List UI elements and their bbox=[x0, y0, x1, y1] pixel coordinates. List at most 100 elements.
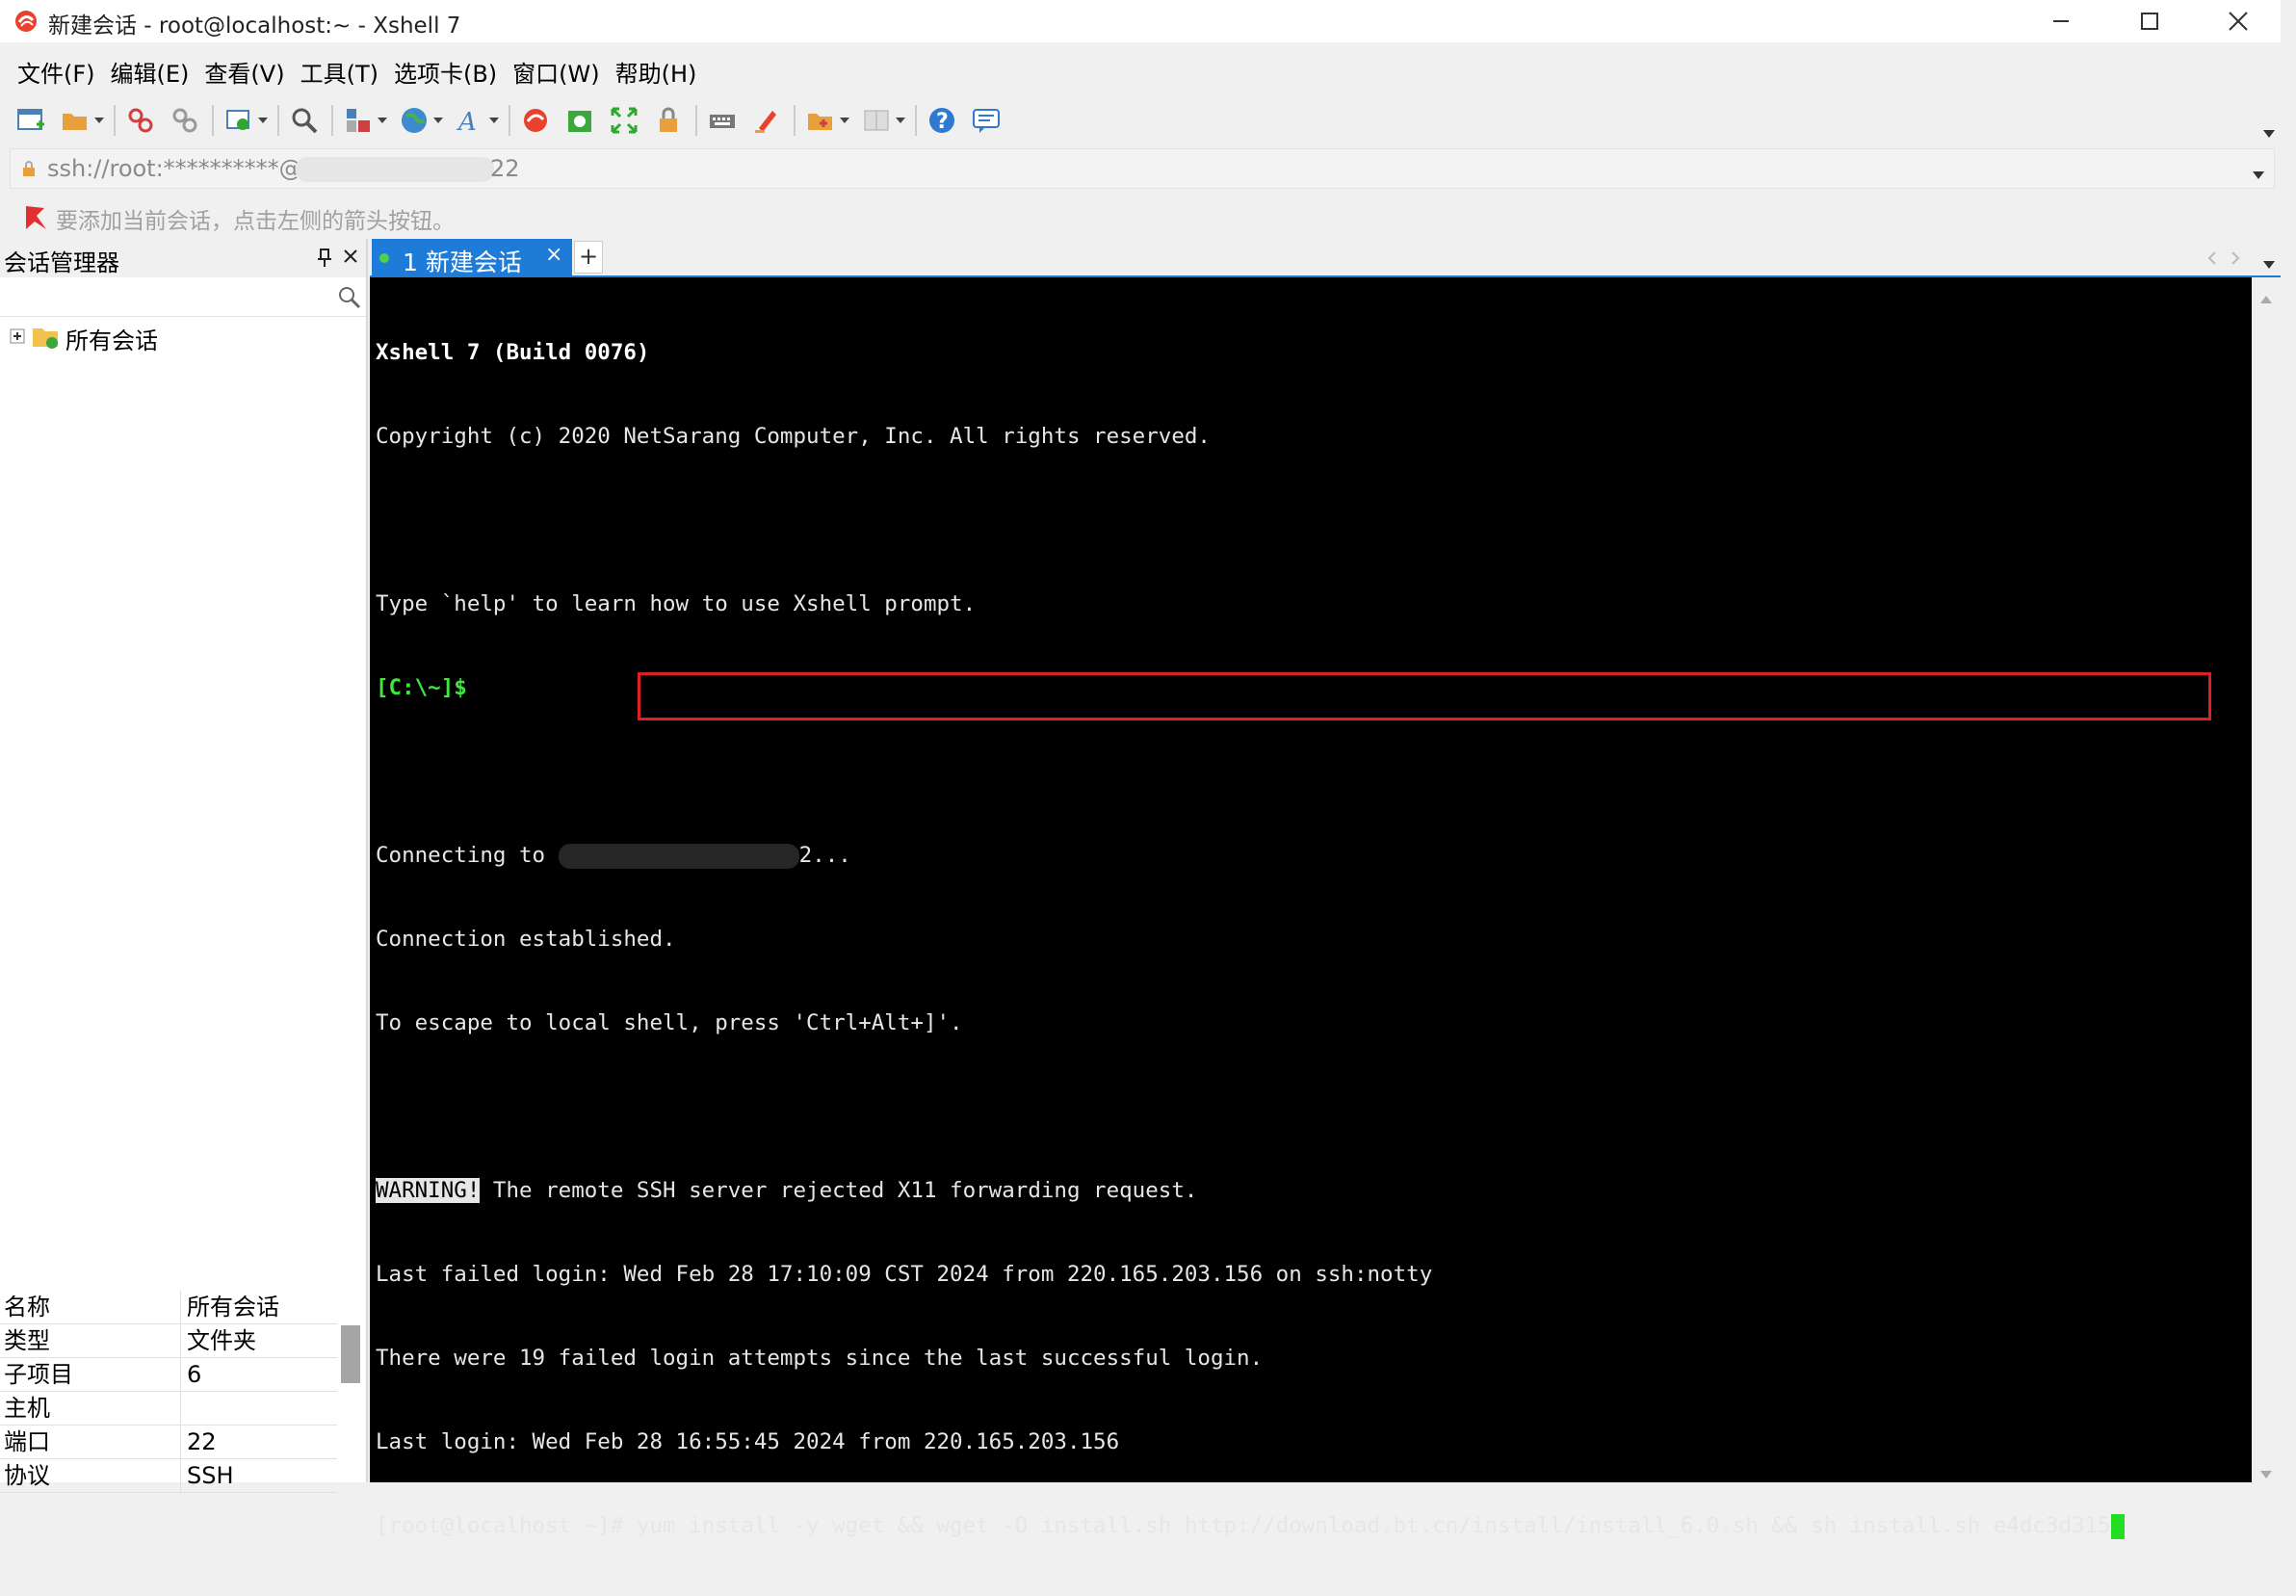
svg-text:?: ? bbox=[936, 110, 949, 134]
new-tab-icon[interactable] bbox=[803, 103, 838, 138]
scroll-down-icon[interactable] bbox=[2260, 1464, 2272, 1482]
chat-icon[interactable] bbox=[969, 103, 1004, 138]
terminal-output: Xshell 7 (Build 0076) Copyright (c) 2020… bbox=[376, 283, 2125, 1596]
chevron-down-icon[interactable] bbox=[258, 103, 268, 138]
lock-icon[interactable] bbox=[651, 103, 686, 138]
terminal-scrollbar[interactable] bbox=[2252, 277, 2281, 1482]
disconnect-icon[interactable] bbox=[168, 103, 202, 138]
toolbar-divider bbox=[331, 105, 333, 136]
session-manager-panel: 会话管理器 所有会话 名称 所有会话 类型 文件夹 子项目 6 主机 端口 22… bbox=[0, 239, 368, 1493]
close-icon[interactable] bbox=[343, 249, 358, 268]
terminal-line: Connection established. bbox=[376, 927, 676, 952]
globe-icon[interactable] bbox=[397, 103, 431, 138]
xshell-icon[interactable] bbox=[518, 103, 553, 138]
minimize-button[interactable] bbox=[2017, 0, 2105, 42]
find-icon[interactable] bbox=[287, 103, 322, 138]
property-row: 主机 bbox=[0, 1392, 337, 1426]
terminal-line: Xshell 7 (Build 0076) bbox=[376, 340, 650, 365]
fullscreen-icon[interactable] bbox=[607, 103, 641, 138]
property-row: 类型 文件夹 bbox=[0, 1324, 337, 1358]
menu-edit[interactable]: 编辑(E) bbox=[103, 55, 197, 89]
warning-text: The remote SSH server rejected X11 forwa… bbox=[480, 1178, 1198, 1203]
chevron-down-icon[interactable] bbox=[433, 103, 443, 138]
terminal-line: Connecting to 2... bbox=[376, 842, 2125, 870]
tree-item-all-sessions[interactable]: 所有会话 bbox=[10, 322, 158, 354]
keyboard-icon[interactable] bbox=[705, 103, 740, 138]
tab-bar: 1 新建会话 × + bbox=[370, 239, 2296, 277]
properties-icon[interactable] bbox=[222, 103, 256, 138]
menu-bar: 文件(F) 编辑(E) 查看(V) 工具(T) 选项卡(B) 窗口(W) 帮助(… bbox=[0, 54, 704, 89]
split-view-icon[interactable] bbox=[859, 103, 894, 138]
highlight-icon[interactable] bbox=[749, 103, 784, 138]
toolbar-divider bbox=[114, 105, 116, 136]
property-row: 端口 22 bbox=[0, 1426, 337, 1459]
chevron-down-icon[interactable] bbox=[94, 103, 104, 138]
chevron-down-icon[interactable] bbox=[2253, 165, 2264, 183]
menu-tools[interactable]: 工具(T) bbox=[293, 55, 386, 89]
terminal-line: WARNING! The remote SSH server rejected … bbox=[376, 1177, 2125, 1205]
properties-scrollbar[interactable] bbox=[341, 1325, 360, 1383]
menu-view[interactable]: 查看(V) bbox=[196, 55, 292, 89]
svg-text:A: A bbox=[457, 108, 477, 136]
tab-close-button[interactable]: × bbox=[545, 243, 562, 267]
chevron-down-icon[interactable] bbox=[896, 103, 905, 138]
session-search-input[interactable] bbox=[0, 277, 366, 317]
connect-icon[interactable] bbox=[123, 103, 158, 138]
redacted-host bbox=[296, 157, 494, 182]
terminal-pane[interactable]: Xshell 7 (Build 0076) Copyright (c) 2020… bbox=[370, 277, 2252, 1539]
terminal-line: To escape to local shell, press 'Ctrl+Al… bbox=[376, 1010, 963, 1035]
pin-icon[interactable] bbox=[316, 249, 333, 272]
connecting-text: Connecting to bbox=[376, 843, 559, 868]
title-bar: 新建会话 - root@localhost:~ - Xshell 7 bbox=[0, 0, 2296, 42]
menu-window[interactable]: 窗口(W) bbox=[505, 55, 607, 89]
add-tab-button[interactable]: + bbox=[574, 241, 603, 274]
xftp-icon[interactable] bbox=[562, 103, 597, 138]
toolbar: A ? bbox=[0, 98, 2296, 143]
chevron-down-icon[interactable] bbox=[489, 103, 499, 138]
window-edge bbox=[2281, 0, 2296, 1482]
menu-help[interactable]: 帮助(H) bbox=[608, 55, 705, 89]
toolbar-divider bbox=[695, 105, 697, 136]
close-window-button[interactable] bbox=[2194, 0, 2283, 42]
property-row: 子项目 6 bbox=[0, 1358, 337, 1392]
help-icon[interactable]: ? bbox=[925, 103, 959, 138]
search-icon[interactable] bbox=[337, 285, 362, 314]
text-cursor bbox=[2110, 1513, 2125, 1539]
toolbar-divider bbox=[277, 105, 279, 136]
shell-prompt: [root@localhost ~]# bbox=[376, 1513, 637, 1538]
address-bar[interactable]: ssh://root:**********@ 22 bbox=[10, 148, 2275, 189]
tab-list-icon[interactable] bbox=[2263, 254, 2275, 273]
new-session-icon[interactable] bbox=[13, 103, 48, 138]
toolbar-overflow-icon[interactable] bbox=[2263, 123, 2275, 142]
font-icon[interactable]: A bbox=[453, 103, 487, 138]
address-port: 22 bbox=[490, 155, 520, 182]
property-row: 协议 SSH bbox=[0, 1459, 337, 1493]
scroll-up-icon[interactable] bbox=[2260, 289, 2272, 307]
toolbar-divider bbox=[212, 105, 214, 136]
terminal-line: Last failed login: Wed Feb 28 17:10:09 C… bbox=[376, 1262, 1433, 1287]
layout-icon[interactable] bbox=[341, 103, 376, 138]
property-name: 协议 bbox=[0, 1459, 181, 1492]
property-value: 6 bbox=[187, 1361, 202, 1388]
property-row: 名称 所有会话 bbox=[0, 1291, 337, 1324]
menu-file[interactable]: 文件(F) bbox=[10, 55, 103, 89]
chevron-down-icon[interactable] bbox=[378, 103, 387, 138]
menu-tabs[interactable]: 选项卡(B) bbox=[386, 55, 505, 89]
property-value bbox=[181, 1392, 187, 1425]
terminal-line: Last login: Wed Feb 28 16:55:45 2024 fro… bbox=[376, 1429, 1120, 1454]
expand-icon[interactable] bbox=[10, 328, 25, 348]
maximize-button[interactable] bbox=[2105, 0, 2194, 42]
tab-scroll-left-icon[interactable] bbox=[2207, 250, 2217, 269]
chevron-down-icon[interactable] bbox=[840, 103, 849, 138]
tab-new-session[interactable]: 1 新建会话 × bbox=[372, 239, 572, 277]
open-folder-icon[interactable] bbox=[58, 103, 92, 138]
property-value: SSH bbox=[187, 1462, 234, 1489]
window-title: 新建会话 - root@localhost:~ - Xshell 7 bbox=[48, 13, 461, 39]
connecting-suffix: 2... bbox=[798, 843, 851, 868]
tab-scroll-right-icon[interactable] bbox=[2231, 250, 2240, 269]
command-text: yum install -y wget && wget -O install.s… bbox=[636, 1513, 2111, 1538]
add-session-arrow-icon[interactable] bbox=[23, 204, 50, 235]
